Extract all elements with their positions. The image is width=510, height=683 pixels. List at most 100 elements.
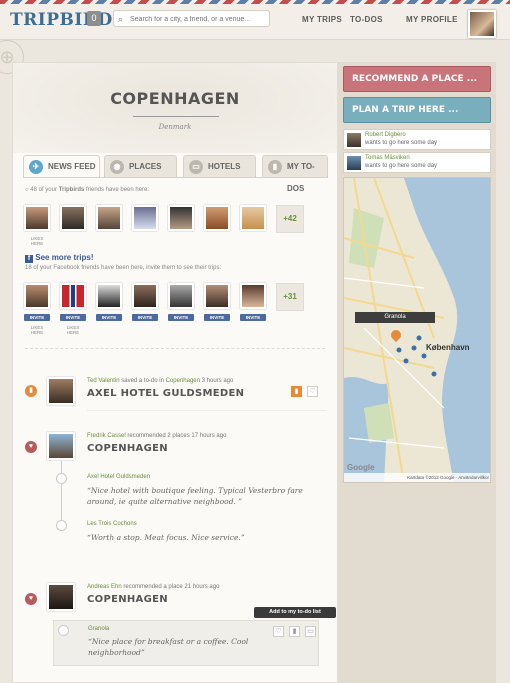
feed-avatar[interactable] <box>47 432 75 460</box>
fb-friend-avatar[interactable] <box>96 283 122 309</box>
more-fb-friends-count[interactable]: +31 <box>276 283 304 311</box>
sub-place-name[interactable]: Les Trois Cochons <box>87 521 137 527</box>
city-map[interactable]: Granola København Google Kartdata ©2012 … <box>343 177 491 483</box>
feed-time: 21 hours ago <box>184 584 220 590</box>
feed-avatar[interactable] <box>47 583 75 611</box>
main-panel: COPENHAGEN Denmark ✈ NEWS FEED ◉ PLACES ▭ H… <box>12 62 338 683</box>
tab-places[interactable]: ◉ PLACES <box>104 155 177 177</box>
tab-label: PLACES <box>129 162 162 171</box>
feed-place-link[interactable]: Copenhagen <box>166 378 200 384</box>
friends-note: ○ 48 of your Tripbirds friends have been… <box>25 187 149 193</box>
fb-friend-avatar[interactable] <box>132 283 158 309</box>
facebook-see-more[interactable]: f See more trips! <box>25 253 93 263</box>
invite-button[interactable]: INVITE <box>204 314 230 321</box>
bookmark-button[interactable]: ▮ <box>291 386 302 397</box>
friend-avatar[interactable] <box>168 205 194 231</box>
fb-friend-avatar[interactable] <box>24 283 50 309</box>
user-avatar[interactable] <box>468 10 496 38</box>
sub-place-quote: “Nice hotel with boutique feeling. Typic… <box>87 486 303 506</box>
activity-avatar[interactable] <box>347 156 361 170</box>
friend-avatar[interactable] <box>24 205 50 231</box>
invite-button[interactable]: INVITE <box>96 314 122 321</box>
nav-my-trips[interactable]: MY TRIPS <box>302 15 342 24</box>
tab-news-feed[interactable]: ✈ NEWS FEED <box>23 155 100 177</box>
recommend-place-button[interactable]: RECOMMEND A PLACE ... <box>343 66 491 92</box>
feed-time: 3 hours ago <box>199 378 234 384</box>
todo-tooltip: Add to my to-do list <box>254 607 336 618</box>
map-footer[interactable]: Kartdata ©2012 Google · Användarvillkor <box>344 473 490 482</box>
activity-name[interactable]: Robert Digbero <box>365 132 406 138</box>
thread-dot <box>56 473 67 484</box>
tab-my-todos[interactable]: ▮ MY TO-DOS <box>262 155 328 193</box>
plane-icon: ✈ <box>29 160 43 174</box>
like-button[interactable]: ♡ <box>273 626 284 637</box>
section-divider <box>25 348 325 349</box>
activity-card[interactable]: Tomas Mäsviken wants to go here some day <box>343 152 491 173</box>
city-title: COPENHAGEN <box>110 89 240 108</box>
feed-place-title[interactable]: COPENHAGEN <box>87 443 168 454</box>
feed-user[interactable]: Andreas Ehn <box>87 584 122 590</box>
likes-here-label: LIKES HERE <box>66 325 80 335</box>
invite-button[interactable]: INVITE <box>24 314 50 321</box>
like-button[interactable]: ♡ <box>307 386 318 397</box>
tab-bar: ✈ NEWS FEED ◉ PLACES ▭ HOTELS ▮ MY TO-DOS <box>23 155 328 193</box>
sub-place-quote: “Worth a stop. Meat focus. Nice service.… <box>87 533 245 542</box>
top-bar: TRIPBIRDS 0 ⌕ MY TRIPS TO-DOS MY PROFILE <box>0 4 510 40</box>
feed-user[interactable]: Fredrik Cassel <box>87 433 126 439</box>
feed-avatar[interactable] <box>47 377 75 405</box>
friend-avatar[interactable] <box>240 205 266 231</box>
nav-todos[interactable]: TO-DOS <box>350 15 383 24</box>
friend-avatar[interactable] <box>132 205 158 231</box>
tab-label: HOTELS <box>208 162 241 171</box>
invite-button[interactable]: INVITE <box>132 314 158 321</box>
feed-place-title[interactable]: COPENHAGEN <box>87 594 168 605</box>
recommendation-card: Granola “Nice place for breakfast or a c… <box>53 620 319 666</box>
invite-button[interactable]: INVITE <box>60 314 86 321</box>
sidebar: RECOMMEND A PLACE ... PLAN A TRIP HERE .… <box>338 62 496 683</box>
activity-text: wants to go here some day <box>365 140 438 146</box>
title-divider <box>133 116 219 117</box>
notification-badge[interactable]: 0 <box>87 11 101 26</box>
feed-user[interactable]: Ted Valentin <box>87 378 120 384</box>
plan-trip-button[interactable]: PLAN A TRIP HERE ... <box>343 97 491 123</box>
feed-time: 17 hours ago <box>191 433 227 439</box>
fb-friend-avatar[interactable] <box>168 283 194 309</box>
hotel-icon: ▭ <box>189 160 203 174</box>
more-friends-count[interactable]: +42 <box>276 205 304 233</box>
friend-avatar[interactable] <box>60 205 86 231</box>
feed-action: recommended a place <box>121 584 185 590</box>
invite-button[interactable]: INVITE <box>240 314 266 321</box>
facebook-icon: f <box>25 255 33 263</box>
activity-name[interactable]: Tomas Mäsviken <box>365 155 410 161</box>
fb-friend-avatar[interactable] <box>204 283 230 309</box>
fb-friend-avatar[interactable] <box>240 283 266 309</box>
logo[interactable]: TRIPBIRDS <box>10 10 125 30</box>
bookmark-button[interactable]: ▮ <box>289 626 300 637</box>
note-suffix: friends have been here: <box>86 187 150 193</box>
feed-place-title[interactable]: AXEL HOTEL GULDSMEDEN <box>87 388 244 399</box>
feed-meta: Ted Valentin saved a to-do in Copenhagen… <box>87 378 233 384</box>
activity-avatar[interactable] <box>347 133 361 147</box>
comment-button[interactable]: ▭ <box>305 626 316 637</box>
search-input[interactable] <box>130 13 266 25</box>
sub-place-name[interactable]: Axel Hotel Guldsmeden <box>87 474 150 480</box>
fb-friend-avatar[interactable] <box>60 283 86 309</box>
map-graphic <box>344 178 490 482</box>
search-box[interactable]: ⌕ <box>113 10 270 27</box>
bookmark-icon: ▮ <box>25 385 37 397</box>
feed-action: saved a to-do in <box>119 378 166 384</box>
heart-icon: ♥ <box>25 441 37 453</box>
likes-here-label: LIKES HERE <box>30 236 44 246</box>
fb-title: See more trips! <box>35 253 94 262</box>
nav-my-profile[interactable]: MY PROFILE <box>406 15 458 24</box>
heart-icon: ♥ <box>25 593 37 605</box>
note-prefix: 48 of your <box>30 187 57 193</box>
sub-place-name[interactable]: Granola <box>88 626 109 632</box>
friend-avatar[interactable] <box>96 205 122 231</box>
activity-card[interactable]: Robert Digbero wants to go here some day <box>343 129 491 150</box>
feed-separator <box>87 410 327 411</box>
friend-avatar[interactable] <box>204 205 230 231</box>
invite-button[interactable]: INVITE <box>168 314 194 321</box>
tab-hotels[interactable]: ▭ HOTELS <box>183 155 256 177</box>
activity-text: wants to go here some day <box>365 163 438 169</box>
